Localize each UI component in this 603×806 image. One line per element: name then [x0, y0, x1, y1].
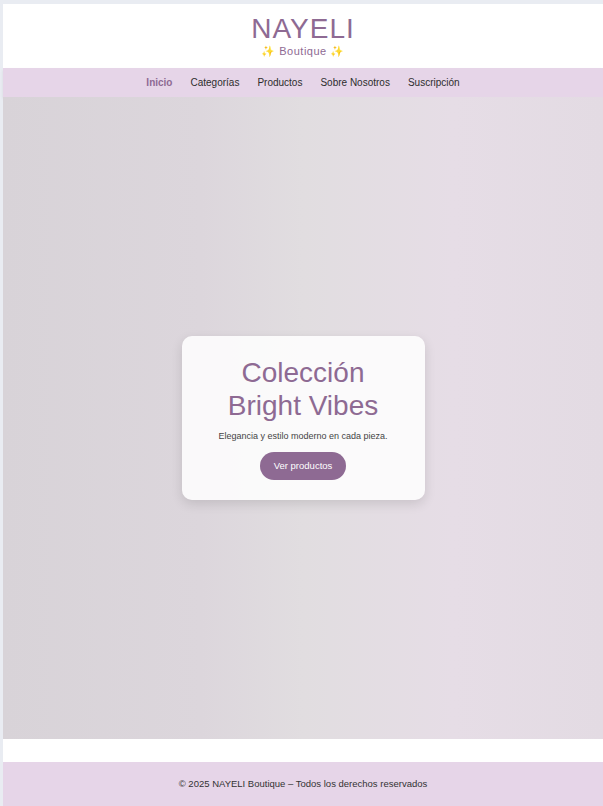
hero-card: Colección Bright Vibes Elegancia y estilo… — [182, 336, 425, 500]
nav-item[interactable]: Productos — [257, 75, 302, 90]
page: NAYELI✨ Boutique ✨ Inicio Categorías Produc… — [0, 0, 603, 806]
nav-item[interactable]: Categorías — [190, 75, 239, 90]
header: NAYELI✨ Boutique ✨ — [3, 4, 603, 68]
footer: © 2025 NAYELI Boutique – Todos los derec… — [3, 762, 603, 806]
brand-name[interactable]: NAYELI — [251, 14, 355, 44]
nav-item[interactable]: Sobre Nosotros — [320, 75, 389, 90]
nav-bar: Inicio Categorías Productos Sobre Nosotros S… — [3, 68, 603, 97]
footer-text: © 2025 NAYELI Boutique – Todos los derec… — [179, 777, 428, 791]
hero: Colección Bright Vibes Elegancia y estilo… — [3, 97, 603, 739]
spacer — [3, 739, 603, 762]
hero-title: Colección Bright Vibes — [202, 356, 405, 422]
hero-subtitle: Elegancia y estilo moderno en cada pieza… — [218, 430, 387, 442]
site: NAYELI✨ Boutique ✨ Inicio Categorías Produc… — [3, 4, 603, 806]
brand-tagline: ✨ Boutique ✨ — [261, 44, 345, 58]
nav-item[interactable]: Suscripción — [408, 75, 460, 90]
nav-item[interactable]: Inicio — [146, 75, 172, 90]
view-products-button[interactable]: Ver productos — [260, 452, 347, 480]
